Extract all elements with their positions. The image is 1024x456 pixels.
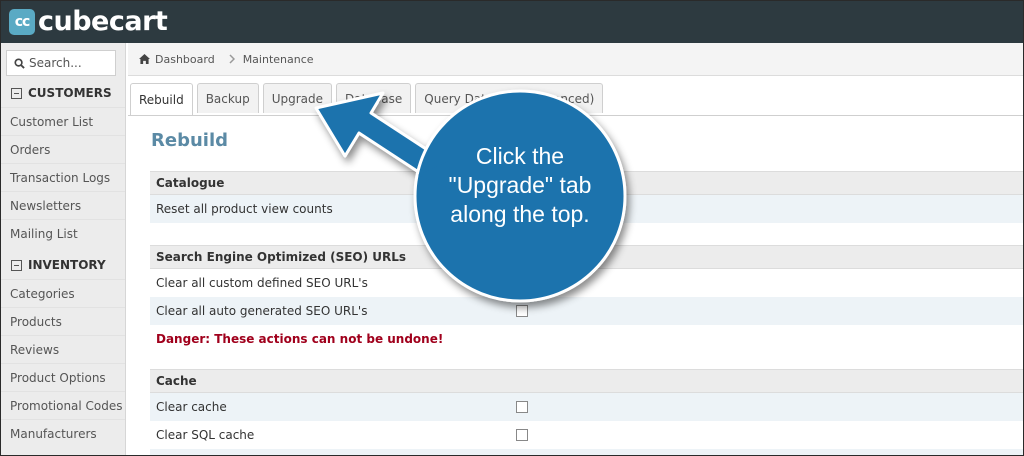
sidebar-item-newsletters[interactable]: Newsletters	[1, 191, 125, 219]
top-bar: cc cubecart	[1, 1, 1023, 43]
group-cache: Cache	[150, 369, 1023, 393]
breadcrumb: Dashboard Maintenance	[128, 43, 1023, 76]
logo[interactable]: cc cubecart	[9, 6, 168, 37]
tab-bar: Rebuild Backup Upgrade Database Query Da…	[130, 83, 607, 115]
tab-backup[interactable]: Backup	[196, 83, 259, 113]
row-label: Clear all custom defined SEO URL's	[156, 276, 368, 290]
search-icon	[14, 57, 25, 69]
sidebar-item-mailing-list[interactable]: Mailing List	[1, 219, 125, 247]
collapse-icon	[11, 87, 22, 99]
danger-warning: Danger: These actions can not be undone!	[156, 332, 444, 346]
row-clear-custom-seo: Clear all custom defined SEO URL's	[150, 269, 1023, 297]
sidebar-item-promotional-codes[interactable]: Promotional Codes	[1, 391, 125, 419]
main-panel: Dashboard Maintenance Rebuild Backup Upg…	[128, 43, 1023, 455]
sidebar-item-manufacturers[interactable]: Manufacturers	[1, 419, 125, 447]
row-partial	[150, 449, 1023, 455]
section-title: INVENTORY	[28, 258, 106, 272]
row-label: Clear SQL cache	[156, 428, 255, 442]
clear-auto-seo-checkbox[interactable]	[516, 305, 528, 317]
sidebar-item-product-options[interactable]: Product Options	[1, 363, 125, 391]
sidebar: Search... CUSTOMERS Customer List Orders…	[1, 43, 126, 455]
tab-rebuild[interactable]: Rebuild	[130, 83, 193, 115]
callout-line-2: "Upgrade" tab	[448, 172, 592, 198]
sidebar-section-inventory[interactable]: INVENTORY	[1, 251, 125, 279]
breadcrumb-maintenance[interactable]: Maintenance	[243, 53, 314, 66]
sidebar-item-transaction-logs[interactable]: Transaction Logs	[1, 163, 125, 191]
sidebar-item-products[interactable]: Products	[1, 307, 125, 335]
row-clear-auto-seo: Clear all auto generated SEO URL's	[150, 297, 1023, 325]
breadcrumb-dashboard[interactable]: Dashboard	[155, 53, 215, 66]
row-label: Clear all auto generated SEO URL's	[156, 304, 368, 318]
callout-line-3: along the top.	[450, 201, 590, 227]
row-danger-warning: Danger: These actions can not be undone!	[150, 325, 1023, 353]
sidebar-item-reviews[interactable]: Reviews	[1, 335, 125, 363]
search-placeholder: Search...	[29, 56, 82, 70]
sidebar-item-customer-list[interactable]: Customer List	[1, 107, 125, 135]
clear-cache-checkbox[interactable]	[516, 401, 528, 413]
sidebar-item-categories[interactable]: Categories	[1, 279, 125, 307]
row-label: Reset all product view counts	[156, 202, 333, 216]
home-icon	[139, 54, 150, 64]
page-title: Rebuild	[151, 130, 228, 151]
group-seo: Search Engine Optimized (SEO) URLs	[150, 245, 1023, 269]
chevron-right-icon	[229, 54, 235, 64]
collapse-icon	[11, 259, 22, 271]
clear-sql-cache-checkbox[interactable]	[516, 429, 528, 441]
logo-text: cubecart	[38, 6, 168, 37]
logo-mark: cc	[9, 9, 35, 35]
callout-text: Click the "Upgrade" tab along the top.	[420, 142, 620, 229]
tab-query-database[interactable]: Query Database (Advanced)	[415, 83, 604, 113]
row-clear-cache: Clear cache	[150, 393, 1023, 421]
section-title: CUSTOMERS	[28, 86, 112, 100]
search-input[interactable]: Search...	[6, 50, 116, 76]
callout-line-1: Click the	[475, 143, 565, 169]
clear-custom-seo-checkbox[interactable]	[516, 277, 528, 289]
tab-database[interactable]: Database	[336, 83, 412, 113]
sidebar-section-customers[interactable]: CUSTOMERS	[1, 79, 125, 107]
row-label: Clear cache	[156, 400, 227, 414]
sidebar-item-orders[interactable]: Orders	[1, 135, 125, 163]
tab-upgrade[interactable]: Upgrade	[262, 83, 333, 113]
row-clear-sql-cache: Clear SQL cache	[150, 421, 1023, 449]
